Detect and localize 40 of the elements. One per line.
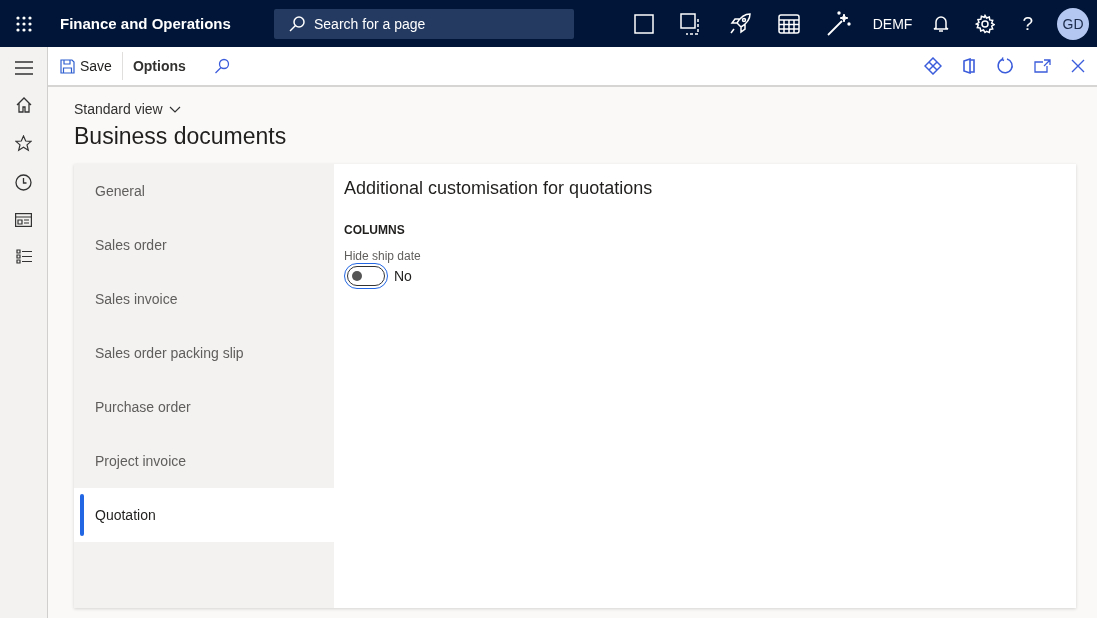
vertical-tab[interactable]: Sales order packing slip: [74, 326, 334, 380]
rocket-icon[interactable]: [727, 11, 752, 36]
toggle-value: No: [394, 268, 412, 284]
section-title: Additional customisation for quotations: [344, 178, 654, 199]
search-field[interactable]: Search for a page: [274, 8, 574, 39]
group-header: COLUMNS: [344, 223, 406, 237]
bell-icon[interactable]: [933, 14, 950, 33]
save-button[interactable]: Save: [54, 54, 118, 78]
open-new-window-icon[interactable]: [1034, 59, 1051, 73]
workspace-icon[interactable]: [15, 213, 32, 227]
square-icon[interactable]: [633, 13, 654, 34]
star-icon[interactable]: [15, 135, 32, 152]
settings-icon[interactable]: [975, 13, 996, 34]
app-title[interactable]: Finance and Operations: [60, 15, 274, 32]
home-icon[interactable]: [15, 97, 32, 113]
diamond-icon[interactable]: [924, 57, 942, 75]
vertical-tab[interactable]: General: [74, 164, 334, 218]
company-picker[interactable]: DEMF: [872, 15, 913, 32]
help-button[interactable]: ?: [1022, 12, 1033, 35]
user-avatar[interactable]: GD: [1057, 7, 1089, 40]
clock-icon[interactable]: [15, 174, 32, 191]
windows-icon[interactable]: [679, 12, 702, 35]
vertical-tab[interactable]: Sales order: [74, 218, 334, 272]
vertical-tab[interactable]: Quotation: [74, 488, 334, 542]
page-title: Business documents: [74, 123, 288, 150]
search-icon[interactable]: [213, 58, 230, 74]
view-selector[interactable]: Standard view: [74, 99, 181, 119]
vertical-tab[interactable]: Project invoice: [74, 434, 334, 488]
toggle-switch[interactable]: [347, 266, 385, 286]
vertical-tab[interactable]: Purchase order: [74, 380, 334, 434]
field-label: Hide ship date: [344, 249, 422, 263]
chevron-down-icon: [168, 105, 181, 113]
menu-icon[interactable]: [14, 61, 33, 75]
grid-icon[interactable]: [777, 13, 800, 34]
close-icon[interactable]: [1071, 59, 1085, 73]
options-tab[interactable]: Options: [126, 54, 192, 78]
list-icon[interactable]: [15, 249, 32, 264]
vertical-tab[interactable]: Sales invoice: [74, 272, 334, 326]
refresh-icon[interactable]: [996, 57, 1014, 75]
magic-wand-icon[interactable]: [825, 10, 852, 37]
